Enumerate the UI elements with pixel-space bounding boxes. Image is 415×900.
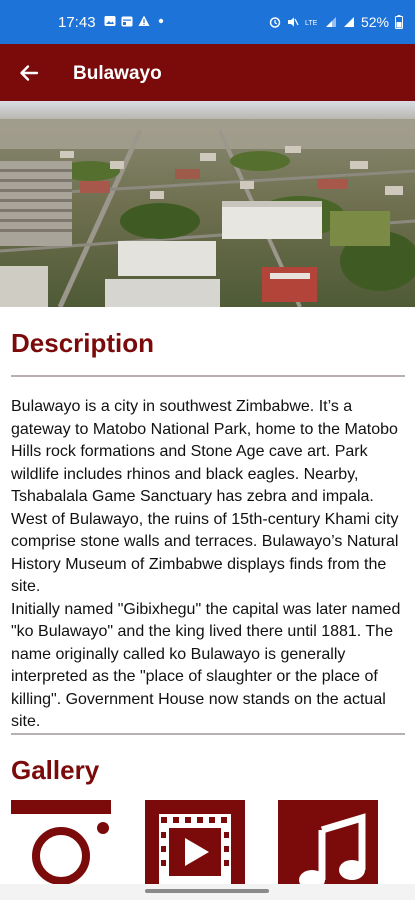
gallery-photos-tile[interactable] [11, 800, 111, 890]
arrow-left-icon [20, 65, 39, 81]
status-time: 17:43 [58, 14, 96, 31]
mute-icon [287, 17, 299, 27]
description-heading: Description [11, 328, 155, 358]
video-film-icon [159, 814, 231, 884]
calendar-icon [121, 16, 133, 27]
hero-image [0, 101, 415, 307]
page-title: Bulawayo [73, 63, 162, 84]
music-note-icon [299, 813, 366, 890]
app-bar: Bulawayo [0, 44, 415, 101]
alarm-icon [269, 17, 281, 28]
lte-icon: LTE [305, 20, 318, 27]
description-divider [11, 375, 405, 377]
gallery-music-tile[interactable] [278, 800, 378, 890]
signal-icon [325, 17, 336, 27]
image-icon [104, 16, 116, 26]
status-system-icons: LTE 52% [269, 14, 403, 30]
city-aerial-image [0, 101, 415, 307]
svg-text:LTE: LTE [305, 20, 318, 27]
warning-icon [138, 15, 150, 26]
home-gesture-handle[interactable] [145, 889, 269, 893]
gallery-heading: Gallery [11, 755, 100, 785]
signal-icon [343, 17, 354, 27]
status-bar: 17:43 LTE 52% [0, 0, 415, 44]
system-nav-bar [0, 884, 415, 900]
gallery-tiles [11, 800, 405, 890]
camera-icon [11, 800, 111, 885]
status-notification-icons [104, 15, 167, 27]
battery-percent: 52% [360, 14, 389, 30]
back-button[interactable] [14, 58, 44, 88]
gallery-divider [11, 733, 405, 735]
dot-icon [158, 18, 164, 24]
gallery-videos-tile[interactable] [145, 800, 245, 890]
battery-icon [395, 15, 403, 29]
description-text: Bulawayo is a city in southwest Zimbabwe… [11, 398, 401, 730]
